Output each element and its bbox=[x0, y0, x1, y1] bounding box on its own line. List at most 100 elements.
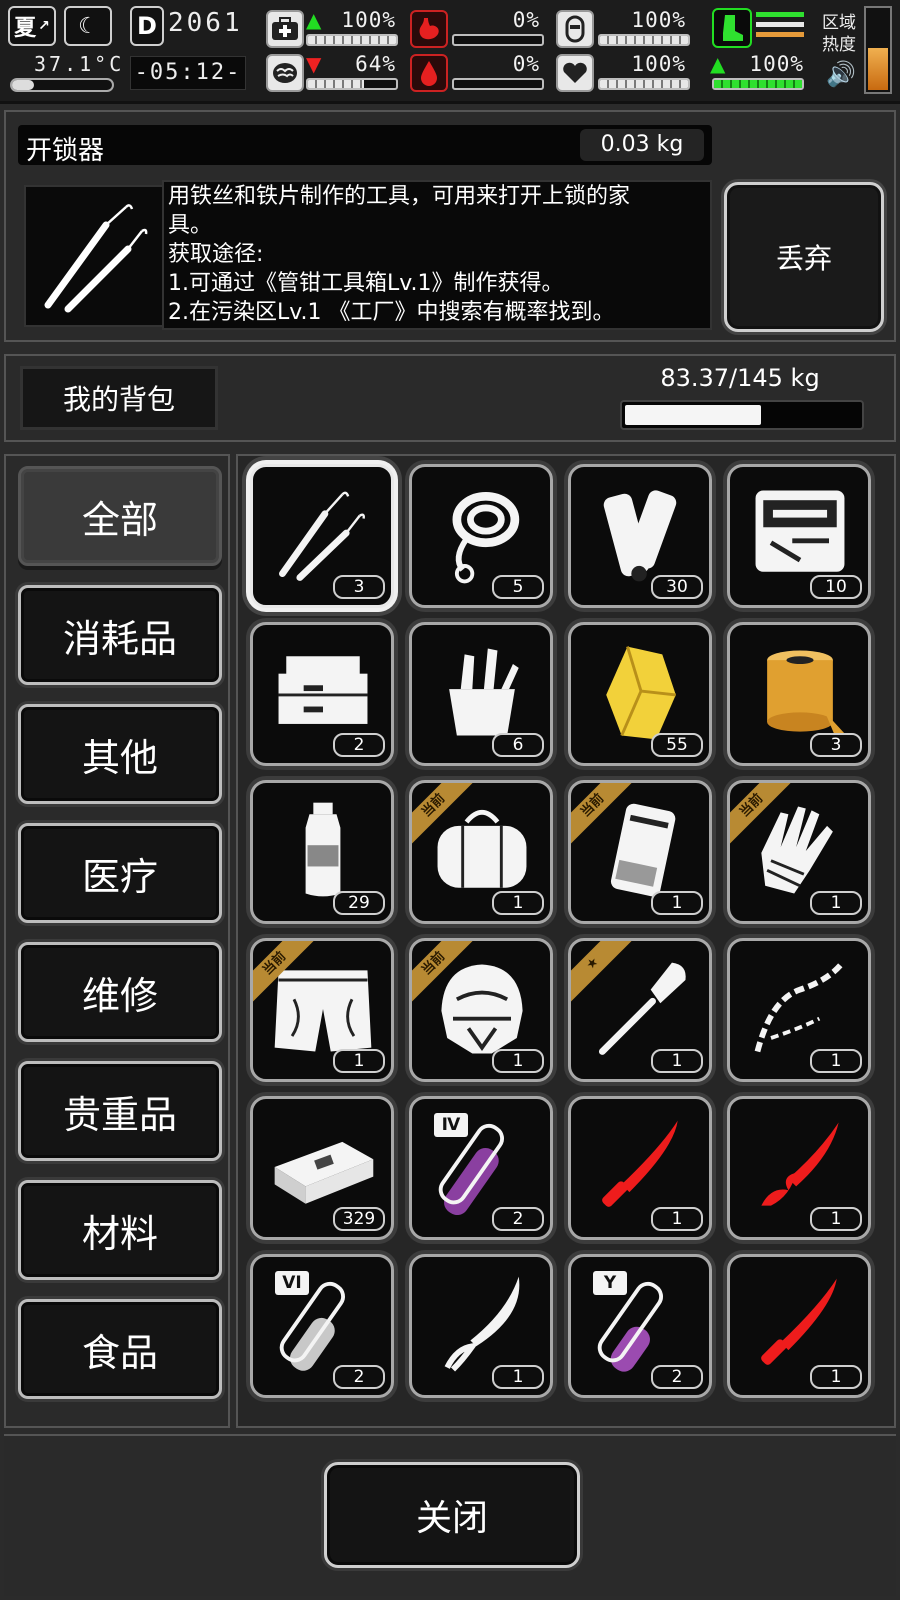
category-tab-label: 食品 bbox=[81, 1330, 158, 1375]
category-sidebar: 全部消耗品其他医疗维修贵重品材料食品 bbox=[4, 454, 230, 1428]
inventory-slot[interactable]: 3 bbox=[727, 622, 871, 766]
bag-weight-bar bbox=[620, 400, 864, 430]
inventory-slot[interactable]: 55 bbox=[568, 622, 712, 766]
inventory-slot[interactable]: 3 bbox=[250, 464, 394, 608]
move-speed-lines bbox=[756, 12, 804, 37]
heart-icon bbox=[556, 54, 594, 92]
sanity-value: 64% bbox=[355, 52, 396, 76]
potion-tier-label: Ⅳ bbox=[434, 1113, 468, 1137]
favorite-ribbon: ★ bbox=[571, 941, 639, 1009]
category-tab-2[interactable]: 其他 bbox=[18, 704, 222, 804]
mood-bar bbox=[598, 78, 690, 90]
status-bar: 夏 ↗ ☾ 37.1°C D 2061 -05:12- ▲ 100% 0% 10… bbox=[0, 0, 900, 104]
item-name-bar: 开锁器 0.03 kg bbox=[18, 125, 712, 166]
potion-tier-label: Y bbox=[593, 1271, 627, 1295]
stamina-icon bbox=[556, 10, 594, 48]
star-icon: ★ bbox=[571, 941, 637, 1008]
item-count: 2 bbox=[333, 733, 385, 757]
category-tab-4[interactable]: 维修 bbox=[18, 942, 222, 1042]
moon-cloud-icon: ☾ bbox=[64, 6, 112, 46]
clock: -05:12- bbox=[130, 56, 246, 90]
medkit-icon bbox=[266, 10, 304, 48]
item-count: 2 bbox=[333, 1365, 385, 1389]
description-line: 具。 bbox=[168, 213, 213, 238]
equipped-label: 当前 bbox=[730, 783, 796, 850]
close-button[interactable]: 关闭 bbox=[324, 1462, 580, 1568]
footer: 关闭 bbox=[4, 1434, 896, 1596]
health-value: 100% bbox=[341, 8, 396, 32]
item-count: 1 bbox=[333, 1049, 385, 1073]
discard-button-label: 丢弃 bbox=[775, 242, 832, 275]
item-count: 1 bbox=[651, 891, 703, 915]
inventory-slot[interactable]: 5 bbox=[409, 464, 553, 608]
category-tab-label: 材料 bbox=[81, 1211, 158, 1256]
boot-icon bbox=[712, 8, 752, 48]
item-count: 1 bbox=[810, 1049, 862, 1073]
inventory-slot[interactable]: 当前 1 bbox=[409, 938, 553, 1082]
inventory-slot[interactable]: 当前 1 bbox=[409, 780, 553, 924]
category-tab-label: 贵重品 bbox=[62, 1092, 177, 1137]
category-tab-label: 消耗品 bbox=[62, 616, 177, 661]
zone-heat-meter bbox=[864, 6, 892, 94]
inventory-slot[interactable]: 10 bbox=[727, 464, 871, 608]
stamina-value: 100% bbox=[631, 8, 686, 32]
inventory-slot[interactable]: Ⅳ2 bbox=[409, 1096, 553, 1240]
inventory-slot[interactable]: 当前 1 bbox=[250, 938, 394, 1082]
item-count: 55 bbox=[651, 733, 703, 757]
item-count: 1 bbox=[810, 891, 862, 915]
inventory-slot[interactable]: 329 bbox=[250, 1096, 394, 1240]
inventory-slot[interactable]: ★ 1 bbox=[568, 938, 712, 1082]
equipped-label: 当前 bbox=[412, 783, 478, 850]
item-weight: 0.03 kg bbox=[580, 129, 704, 161]
mood-value: 100% bbox=[631, 52, 686, 76]
category-tab-0[interactable]: 全部 bbox=[18, 466, 222, 566]
category-tab-label: 其他 bbox=[81, 735, 158, 780]
category-tab-6[interactable]: 材料 bbox=[18, 1180, 222, 1280]
equipped-ribbon: 当前 bbox=[571, 783, 639, 851]
item-count: 2 bbox=[651, 1365, 703, 1389]
equipped-label: 当前 bbox=[253, 941, 319, 1008]
category-tab-7[interactable]: 食品 bbox=[18, 1299, 222, 1399]
item-count: 1 bbox=[492, 1049, 544, 1073]
category-tab-1[interactable]: 消耗品 bbox=[18, 585, 222, 685]
brain-icon bbox=[266, 54, 304, 92]
inventory-slot[interactable]: 1 bbox=[409, 1254, 553, 1398]
stomach-bar bbox=[452, 34, 544, 46]
speaker-icon[interactable]: 🔊 bbox=[826, 60, 856, 88]
inventory-slot[interactable]: 当前 1 bbox=[727, 780, 871, 924]
move-bar bbox=[712, 78, 804, 90]
discard-button[interactable]: 丢弃 bbox=[724, 182, 884, 332]
inventory-slot[interactable]: VI 2 bbox=[250, 1254, 394, 1398]
item-count: 1 bbox=[492, 891, 544, 915]
category-tab-3[interactable]: 医疗 bbox=[18, 823, 222, 923]
inventory-slot[interactable]: 30 bbox=[568, 464, 712, 608]
description-line: 1.可通过《管钳工具箱Lv.1》制作获得。 bbox=[168, 271, 564, 296]
inventory-slot[interactable]: 1 bbox=[727, 1096, 871, 1240]
season-arrow-icon: ↗ bbox=[38, 18, 50, 34]
item-count: 329 bbox=[333, 1207, 385, 1231]
inventory-slot[interactable]: 1 bbox=[727, 1254, 871, 1398]
thirst-bar bbox=[452, 78, 544, 90]
stamina-bar bbox=[598, 34, 690, 46]
inventory-slot[interactable]: 1 bbox=[568, 1096, 712, 1240]
health-bar bbox=[306, 34, 398, 46]
item-count: 10 bbox=[810, 575, 862, 599]
equipped-label: 当前 bbox=[571, 783, 637, 850]
category-tab-5[interactable]: 贵重品 bbox=[18, 1061, 222, 1161]
item-count: 30 bbox=[651, 575, 703, 599]
inventory-slot[interactable]: Y2 bbox=[568, 1254, 712, 1398]
inventory-slot[interactable]: 6 bbox=[409, 622, 553, 766]
item-count: 6 bbox=[492, 733, 544, 757]
close-button-label: 关闭 bbox=[415, 1498, 488, 1539]
item-count: 3 bbox=[810, 733, 862, 757]
item-description: 用铁丝和铁片制作的工具，可用来打开上锁的家 具。 获取途径: 1.可通过《管钳工… bbox=[162, 180, 712, 330]
item-count: 1 bbox=[492, 1365, 544, 1389]
temperature: 37.1°C bbox=[34, 52, 125, 76]
sanity-bar bbox=[306, 78, 398, 90]
equipped-label: 当前 bbox=[412, 941, 478, 1008]
season-label: 夏 bbox=[14, 16, 37, 41]
inventory-slot[interactable]: 当前 1 bbox=[568, 780, 712, 924]
inventory-slot[interactable]: 29 bbox=[250, 780, 394, 924]
inventory-slot[interactable]: 1 bbox=[727, 938, 871, 1082]
inventory-slot[interactable]: 2 bbox=[250, 622, 394, 766]
